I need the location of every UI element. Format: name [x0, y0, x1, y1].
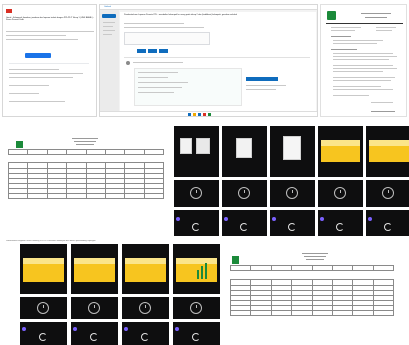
loading-spinner-icon — [384, 223, 392, 231]
gmail-subject: Gmail - Kelompok Jawaban, jawaban dan la… — [6, 17, 94, 22]
clock-icon — [190, 187, 202, 199]
meeting-participant-6[interactable] — [174, 210, 219, 236]
meeting-tile-share-3 — [270, 126, 315, 177]
loading-spinner-icon — [90, 333, 98, 341]
meeting-participant-11[interactable] — [20, 297, 67, 319]
meeting-participant-12[interactable] — [71, 297, 118, 319]
meeting-participant-14[interactable] — [173, 297, 220, 319]
loading-spinner-icon — [288, 223, 296, 231]
meeting-participant-1[interactable] — [174, 180, 219, 207]
sender-avatar — [126, 61, 130, 65]
caption-bottom-left: Dokumentasi kegiatan virtual meeting PPL… — [6, 240, 96, 242]
meeting-participant-10[interactable] — [366, 210, 409, 236]
institution-logo-icon — [16, 141, 23, 148]
meeting-participant-3[interactable] — [270, 180, 315, 207]
attendance-table — [7, 162, 165, 204]
loading-spinner-icon — [39, 333, 47, 341]
forward-button[interactable] — [148, 49, 157, 53]
institution-logo-icon — [327, 11, 336, 20]
avatar — [73, 327, 77, 331]
taskbar-app-icon[interactable] — [193, 113, 196, 116]
loading-spinner-icon — [240, 223, 248, 231]
outlook-subject: Pemberitahuan Laporan Peserta PPL - mend… — [124, 14, 237, 16]
taskbar-app-icon[interactable] — [203, 113, 206, 116]
taskbar-app-icon[interactable] — [208, 113, 211, 116]
meeting-tile-share-5 — [366, 126, 409, 177]
clock-icon — [190, 302, 202, 314]
start-icon[interactable] — [188, 113, 191, 116]
meeting-tile-share-2 — [222, 126, 267, 177]
clock-icon — [382, 187, 394, 199]
meeting-participant-16[interactable] — [71, 322, 118, 345]
loading-spinner-icon — [192, 223, 200, 231]
meeting-participant-4[interactable] — [318, 180, 363, 207]
meeting-participant-18[interactable] — [173, 322, 220, 345]
meeting-tile-share-4 — [318, 126, 363, 177]
gmail-screenshot: Gmail - Kelompok Jawaban, jawaban dan la… — [2, 4, 97, 117]
outlook-window: Outlook Pemberitahuan Laporan Peserta PP… — [99, 4, 318, 117]
meeting-participant-2[interactable] — [222, 180, 267, 207]
meeting-slide-1 — [20, 244, 67, 294]
attendance-table — [229, 279, 395, 321]
avatar — [368, 217, 372, 221]
meeting-slide-2 — [71, 244, 118, 294]
clock-icon — [37, 302, 49, 314]
avatar — [22, 327, 26, 331]
meeting-tile-share-1 — [174, 126, 219, 177]
clock-icon — [238, 187, 250, 199]
institution-logo-icon — [232, 256, 239, 264]
meeting-participant-13[interactable] — [122, 297, 169, 319]
clock-icon — [88, 302, 100, 314]
taskbar-app-icon[interactable] — [198, 113, 201, 116]
meeting-participant-5[interactable] — [366, 180, 409, 207]
meeting-participant-9[interactable] — [318, 210, 363, 236]
outlook-titlebar — [100, 5, 317, 10]
clock-icon — [139, 302, 151, 314]
avatar — [176, 217, 180, 221]
avatar — [124, 327, 128, 331]
letter-document — [320, 4, 407, 117]
meeting-slide-3 — [122, 244, 169, 294]
new-mail-button[interactable] — [102, 14, 116, 18]
avatar — [175, 327, 179, 331]
loading-spinner-icon — [141, 333, 149, 341]
meeting-participant-17[interactable] — [122, 322, 169, 345]
outlook-extra-button[interactable] — [159, 49, 168, 53]
avatar — [224, 217, 228, 221]
meeting-participant-8[interactable] — [270, 210, 315, 236]
attendance-document-right — [228, 250, 398, 325]
loading-spinner-icon — [192, 333, 200, 341]
outlook-brand: Outlook — [104, 6, 111, 8]
windows-taskbar — [100, 111, 317, 116]
meeting-participant-15[interactable] — [20, 322, 67, 345]
clock-icon — [334, 187, 346, 199]
avatar — [320, 217, 324, 221]
avatar — [272, 217, 276, 221]
gmail-logo-icon — [6, 9, 12, 13]
meeting-slide-4 — [173, 244, 220, 294]
outlook-link-button[interactable] — [246, 77, 278, 81]
clock-icon — [286, 187, 298, 199]
gmail-open-button[interactable] — [25, 53, 51, 58]
loading-spinner-icon — [336, 223, 344, 231]
attendance-document-left — [2, 135, 168, 215]
meeting-participant-7[interactable] — [222, 210, 267, 236]
reply-button[interactable] — [137, 49, 146, 53]
